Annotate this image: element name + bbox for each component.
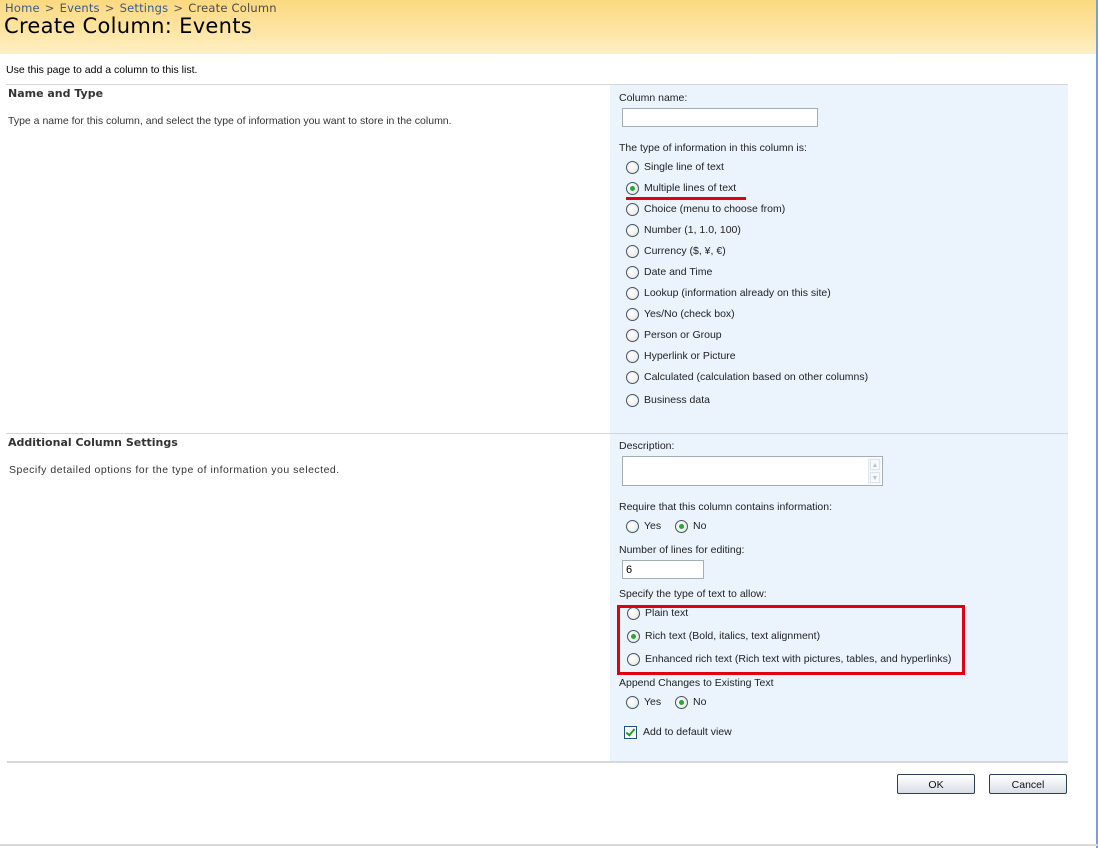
- require-yes-label: Yes: [644, 520, 662, 532]
- breadcrumb-home[interactable]: Home: [5, 1, 40, 15]
- scroll-down-icon[interactable]: ▼: [870, 472, 880, 483]
- column-type-option[interactable]: Currency ($, ¥, €): [626, 243, 726, 259]
- description-label: Description:: [619, 440, 675, 452]
- radio-button[interactable]: [626, 244, 639, 258]
- page-header: Home > Events > Settings > Create Column Creat…: [0, 0, 1096, 54]
- require-no-option[interactable]: No: [675, 518, 706, 534]
- annotation-underline: [626, 197, 746, 200]
- column-type-option[interactable]: Hyperlink or Picture: [626, 348, 736, 364]
- column-type-option[interactable]: Number (1, 1.0, 100): [626, 222, 741, 238]
- lines-input[interactable]: [622, 560, 704, 579]
- text-type-label: Specify the type of text to allow:: [619, 588, 767, 600]
- column-type-label: Yes/No (check box): [644, 308, 735, 320]
- column-type-label: Calculated (calculation based on other c…: [644, 371, 869, 383]
- radio-button[interactable]: [626, 223, 639, 237]
- column-type-option[interactable]: Calculated (calculation based on other c…: [626, 369, 868, 385]
- breadcrumb-events[interactable]: Events: [60, 1, 100, 15]
- description-scrollbar[interactable]: ▲ ▼: [868, 458, 881, 484]
- additional-settings-description: Specify detailed options for the type of…: [9, 464, 340, 476]
- radio-button[interactable]: [626, 265, 639, 279]
- append-yes-option[interactable]: Yes: [626, 694, 661, 710]
- require-no-label: No: [693, 520, 707, 532]
- append-no-label: No: [693, 696, 707, 708]
- require-yes-option[interactable]: Yes: [626, 518, 661, 534]
- radio-button[interactable]: [626, 695, 639, 709]
- column-type-option[interactable]: Multiple lines of text: [626, 180, 736, 196]
- column-type-label: Choice (menu to choose from): [644, 203, 786, 215]
- breadcrumb-separator: >: [173, 1, 184, 15]
- column-type-label: Date and Time: [644, 266, 713, 278]
- radio-button[interactable]: [675, 519, 688, 533]
- radio-button[interactable]: [626, 393, 639, 407]
- column-type-label: Number (1, 1.0, 100): [644, 224, 741, 236]
- cancel-button[interactable]: Cancel: [989, 774, 1067, 794]
- page-title: Create Column: Events: [4, 14, 253, 38]
- radio-button[interactable]: [675, 695, 688, 709]
- require-label: Require that this column contains inform…: [619, 501, 833, 513]
- radio-button[interactable]: [626, 307, 639, 321]
- window-bottom-border: [0, 844, 1098, 846]
- scroll-up-icon[interactable]: ▲: [870, 459, 880, 470]
- footer-divider: [7, 761, 1068, 763]
- default-view-checkbox[interactable]: [624, 725, 637, 739]
- column-type-label: Business data: [644, 394, 710, 406]
- append-no-option[interactable]: No: [675, 694, 706, 710]
- annotation-box: [617, 605, 965, 675]
- column-type-label: Currency ($, ¥, €): [644, 245, 726, 257]
- page-intro: Use this page to add a column to this li…: [6, 64, 198, 76]
- column-name-input[interactable]: [622, 108, 818, 127]
- type-label: The type of information in this column i…: [619, 142, 807, 154]
- radio-button[interactable]: [626, 286, 639, 300]
- column-name-label: Column name:: [619, 92, 688, 104]
- column-type-option[interactable]: Lookup (information already on this site…: [626, 285, 831, 301]
- description-textarea[interactable]: ▲ ▼: [622, 456, 883, 486]
- radio-button[interactable]: [626, 181, 639, 195]
- column-type-option[interactable]: Person or Group: [626, 327, 722, 343]
- breadcrumb: Home > Events > Settings > Create Column: [5, 1, 277, 15]
- column-type-option[interactable]: Date and Time: [626, 264, 712, 280]
- column-type-label: Multiple lines of text: [644, 182, 737, 194]
- radio-button[interactable]: [626, 328, 639, 342]
- radio-button[interactable]: [626, 160, 639, 174]
- append-yes-label: Yes: [644, 696, 662, 708]
- breadcrumb-current: Create Column: [188, 1, 277, 15]
- lines-label: Number of lines for editing:: [619, 544, 745, 556]
- column-type-option[interactable]: Single line of text: [626, 159, 724, 175]
- column-type-option[interactable]: Choice (menu to choose from): [626, 201, 785, 217]
- default-view-option[interactable]: Add to default view: [624, 724, 732, 740]
- column-type-label: Hyperlink or Picture: [644, 350, 736, 362]
- radio-button[interactable]: [626, 519, 639, 533]
- name-type-description: Type a name for this column, and select …: [8, 115, 452, 127]
- append-label: Append Changes to Existing Text: [619, 677, 774, 689]
- radio-button[interactable]: [626, 349, 639, 363]
- default-view-label: Add to default view: [643, 726, 732, 738]
- additional-settings-title: Additional Column Settings: [8, 436, 178, 449]
- ok-button[interactable]: OK: [897, 774, 975, 794]
- column-type-label: Person or Group: [644, 329, 722, 341]
- breadcrumb-separator: >: [44, 1, 55, 15]
- column-type-label: Single line of text: [644, 161, 724, 173]
- name-type-title: Name and Type: [8, 87, 104, 100]
- breadcrumb-separator: >: [104, 1, 115, 15]
- radio-button[interactable]: [626, 370, 639, 384]
- column-type-option[interactable]: Business data: [626, 392, 710, 408]
- column-type-label: Lookup (information already on this site…: [644, 287, 831, 299]
- radio-button[interactable]: [626, 202, 639, 216]
- column-type-option[interactable]: Yes/No (check box): [626, 306, 735, 322]
- breadcrumb-settings[interactable]: Settings: [120, 1, 169, 15]
